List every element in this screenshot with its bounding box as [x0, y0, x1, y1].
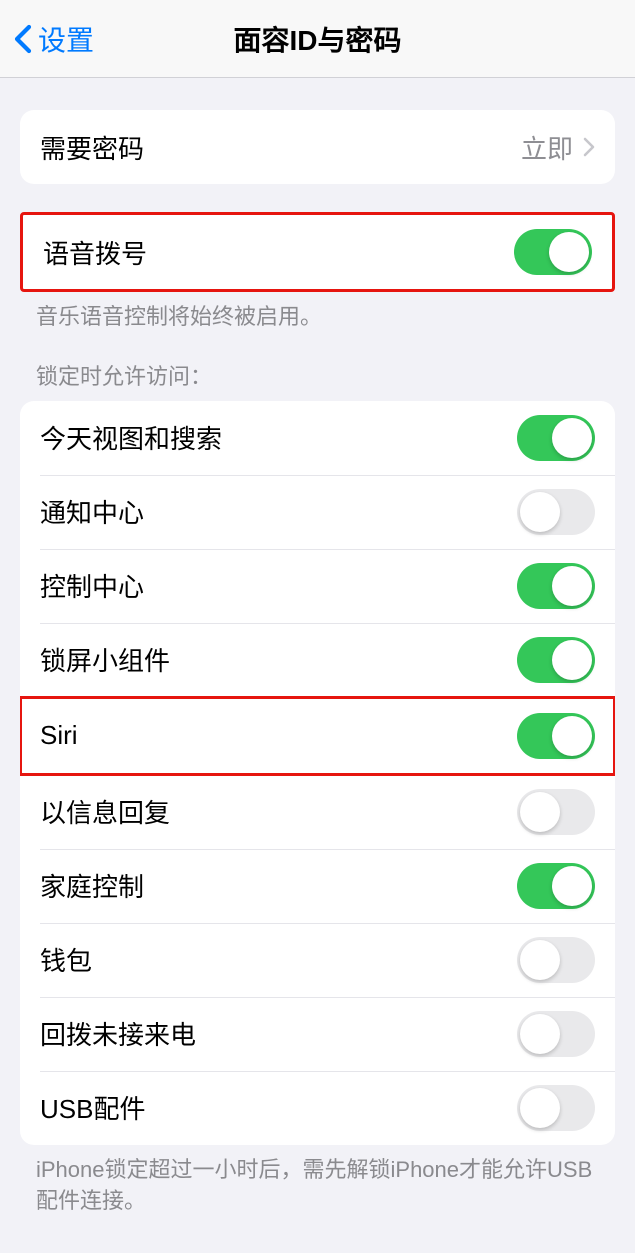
lock-screen-widgets-label: 锁屏小组件 — [40, 641, 170, 678]
wallet-switch[interactable] — [517, 937, 595, 983]
control-center-switch[interactable] — [517, 563, 595, 609]
wallet-row[interactable]: 钱包 — [20, 923, 615, 997]
back-button[interactable]: 设置 — [14, 19, 94, 59]
siri-row[interactable]: Siri — [20, 697, 615, 775]
usb-accessories-row[interactable]: USB配件 — [20, 1071, 615, 1145]
nav-bar: 设置 面容ID与密码 — [0, 0, 635, 78]
chevron-left-icon — [14, 24, 32, 54]
reply-with-message-label: 以信息回复 — [40, 793, 170, 830]
return-missed-calls-switch[interactable] — [517, 1011, 595, 1057]
notification-center-label: 通知中心 — [40, 493, 144, 530]
chevron-right-icon — [583, 137, 595, 157]
today-search-row[interactable]: 今天视图和搜索 — [20, 401, 615, 475]
lock-screen-widgets-switch[interactable] — [517, 637, 595, 683]
today-search-switch[interactable] — [517, 415, 595, 461]
voice-dial-group: 语音拨号 — [20, 212, 615, 292]
siri-switch[interactable] — [517, 713, 595, 759]
voice-dial-switch[interactable] — [514, 229, 592, 275]
require-passcode-label: 需要密码 — [40, 129, 144, 166]
voice-dial-row[interactable]: 语音拨号 — [23, 215, 612, 289]
control-center-label: 控制中心 — [40, 567, 144, 604]
back-label: 设置 — [38, 19, 94, 59]
locked-access-group: 今天视图和搜索通知中心控制中心锁屏小组件 Siri 以信息回复家庭控制钱包回拨未接来… — [20, 401, 615, 1145]
return-missed-calls-row[interactable]: 回拨未接来电 — [20, 997, 615, 1071]
wallet-label: 钱包 — [40, 941, 92, 978]
page-title: 面容ID与密码 — [233, 19, 401, 59]
return-missed-calls-label: 回拨未接来电 — [40, 1015, 196, 1052]
content: 需要密码 立即 语音拨号 音乐语音控制将始终被启用。 锁定时允许访问： 今天视图… — [0, 110, 635, 1236]
locked-access-footer: iPhone锁定超过一小时后，需先解锁iPhone才能允许USB配件连接。 — [0, 1145, 635, 1217]
passcode-group: 需要密码 立即 — [20, 110, 615, 184]
usb-accessories-switch[interactable] — [517, 1085, 595, 1131]
home-control-switch[interactable] — [517, 863, 595, 909]
home-control-label: 家庭控制 — [40, 867, 144, 904]
lock-screen-widgets-row[interactable]: 锁屏小组件 — [20, 623, 615, 697]
notification-center-row[interactable]: 通知中心 — [20, 475, 615, 549]
home-control-row[interactable]: 家庭控制 — [20, 849, 615, 923]
require-passcode-value: 立即 — [521, 129, 595, 166]
voice-dial-footer: 音乐语音控制将始终被启用。 — [0, 292, 635, 333]
notification-center-switch[interactable] — [517, 489, 595, 535]
control-center-row[interactable]: 控制中心 — [20, 549, 615, 623]
reply-with-message-row[interactable]: 以信息回复 — [20, 775, 615, 849]
voice-dial-label: 语音拨号 — [43, 234, 147, 271]
require-passcode-row[interactable]: 需要密码 立即 — [20, 110, 615, 184]
usb-accessories-label: USB配件 — [40, 1089, 145, 1126]
today-search-label: 今天视图和搜索 — [40, 419, 222, 456]
locked-access-header: 锁定时允许访问： — [0, 333, 635, 391]
siri-label: Siri — [40, 720, 78, 751]
reply-with-message-switch[interactable] — [517, 789, 595, 835]
